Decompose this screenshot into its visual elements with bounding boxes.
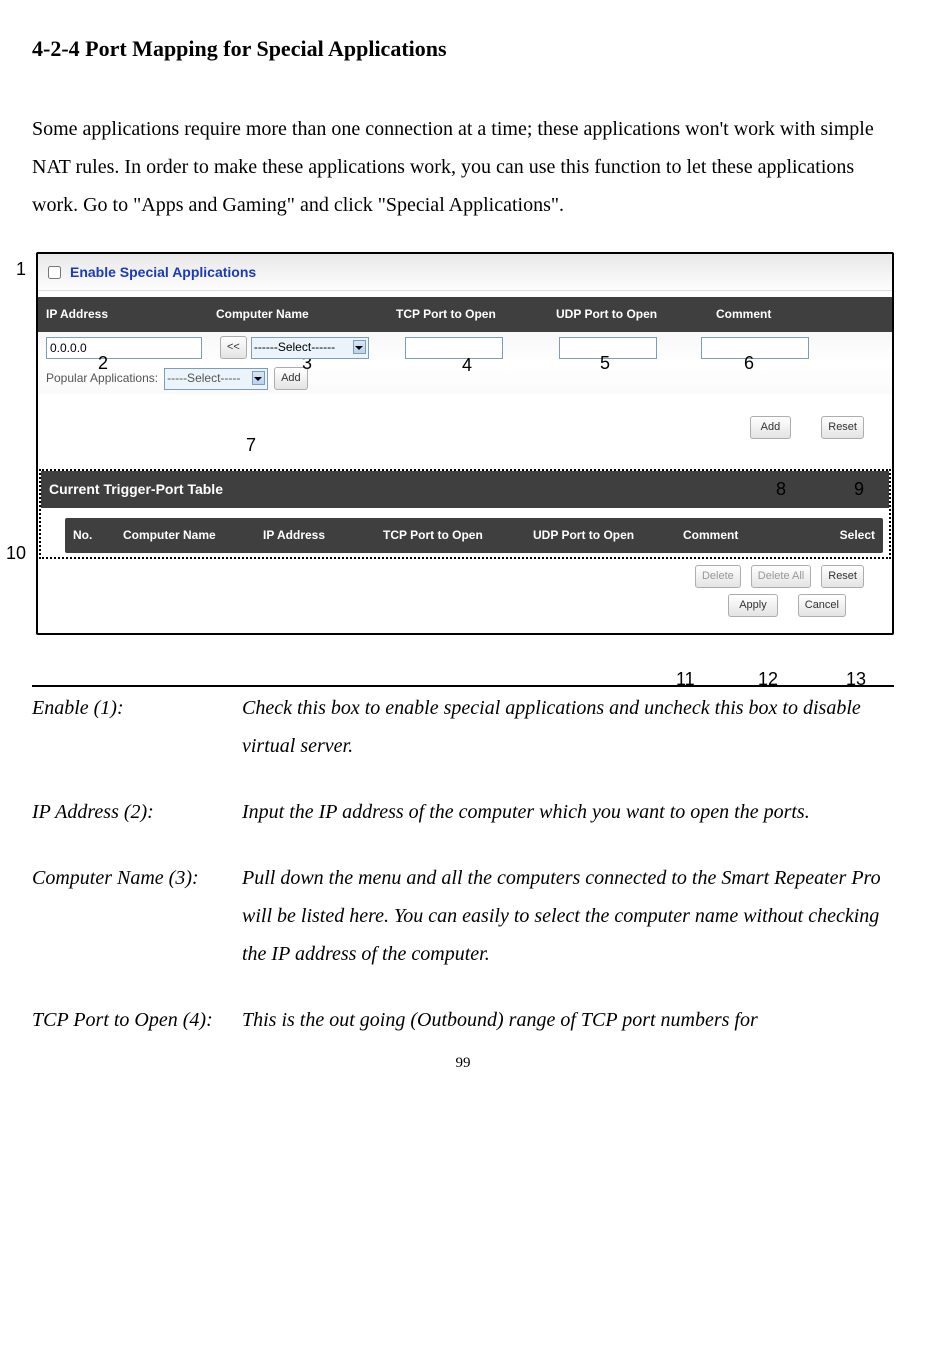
marker-11: 11 <box>676 670 695 688</box>
def-enable: Enable (1): Check this box to enable spe… <box>32 689 894 765</box>
marker-10: 10 <box>6 544 26 562</box>
enable-bar: Enable Special Applications <box>38 254 892 292</box>
tcol-select: Select <box>783 524 875 547</box>
popular-apps-select[interactable]: -----Select----- <box>164 368 268 390</box>
marker-12: 12 <box>758 670 778 688</box>
marker-13: 13 <box>846 670 866 688</box>
add-reset-row: Add Reset <box>38 412 892 443</box>
assign-button[interactable]: << <box>220 336 247 359</box>
delete-buttons-row: Delete Delete All Reset <box>38 559 892 590</box>
tcp-port-input[interactable] <box>405 337 503 359</box>
comment-input[interactable] <box>701 337 809 359</box>
marker-2: 2 <box>98 354 108 372</box>
def-tcp-port: TCP Port to Open (4): This is the out go… <box>32 1001 894 1039</box>
tcol-ip: IP Address <box>263 524 383 547</box>
cancel-button[interactable]: Cancel <box>798 594 846 617</box>
reset-button-2[interactable]: Reset <box>821 565 864 588</box>
table-header-row: No. Computer Name IP Address TCP Port to… <box>65 518 883 553</box>
reset-button[interactable]: Reset <box>821 416 864 439</box>
marker-6: 6 <box>744 354 754 372</box>
def-term: TCP Port to Open (4): <box>32 1001 242 1039</box>
enable-checkbox[interactable] <box>48 266 61 279</box>
enable-label: Enable Special Applications <box>70 259 256 286</box>
marker-7: 7 <box>246 436 256 454</box>
def-term: Enable (1): <box>32 689 242 765</box>
tcol-computer-name: Computer Name <box>123 524 263 547</box>
page-heading: 4-2-4 Port Mapping for Special Applicati… <box>32 28 894 70</box>
figure-area: 1 2 3 4 5 6 7 8 9 10 11 12 13 Enable Spe… <box>32 252 894 635</box>
section-header: Current Trigger-Port Table <box>41 471 889 508</box>
definitions: Enable (1): Check this box to enable spe… <box>32 689 894 1039</box>
page-number: 99 <box>32 1049 894 1078</box>
col-comment: Comment <box>716 303 884 326</box>
intro-paragraph: Some applications require more than one … <box>32 110 894 224</box>
tcol-tcp: TCP Port to Open <box>383 524 533 547</box>
tcol-comment: Comment <box>683 524 783 547</box>
marker-5: 5 <box>600 354 610 372</box>
marker-4: 4 <box>462 356 472 374</box>
def-term: IP Address (2): <box>32 793 242 831</box>
def-body: Pull down the menu and all the computers… <box>242 859 894 973</box>
apply-button[interactable]: Apply <box>728 594 778 617</box>
def-body: Check this box to enable special applica… <box>242 689 894 765</box>
col-udp-port: UDP Port to Open <box>556 303 716 326</box>
def-body: This is the out going (Outbound) range o… <box>242 1001 894 1039</box>
ip-address-input[interactable] <box>46 337 202 359</box>
column-header-row: IP Address Computer Name TCP Port to Ope… <box>38 297 892 332</box>
marker-8: 8 <box>776 480 786 498</box>
delete-button[interactable]: Delete <box>695 565 741 588</box>
def-ip-address: IP Address (2): Input the IP address of … <box>32 793 894 831</box>
computer-name-select[interactable]: ------Select------ <box>251 337 369 359</box>
marker-9: 9 <box>854 480 864 498</box>
tcol-no: No. <box>73 524 123 547</box>
add-button[interactable]: Add <box>750 416 792 439</box>
col-ip: IP Address <box>46 303 216 326</box>
tcol-udp: UDP Port to Open <box>533 524 683 547</box>
marker-1: 1 <box>16 260 26 278</box>
col-computer-name: Computer Name <box>216 303 396 326</box>
apply-cancel-row: Apply Cancel <box>38 590 892 623</box>
def-term: Computer Name (3): <box>32 859 242 973</box>
def-computer-name: Computer Name (3): Pull down the menu an… <box>32 859 894 973</box>
trigger-port-section: Current Trigger-Port Table No. Computer … <box>39 469 891 558</box>
delete-all-button[interactable]: Delete All <box>751 565 811 588</box>
col-tcp-port: TCP Port to Open <box>396 303 556 326</box>
def-body: Input the IP address of the computer whi… <box>242 793 894 831</box>
config-panel: Enable Special Applications IP Address C… <box>36 252 894 635</box>
